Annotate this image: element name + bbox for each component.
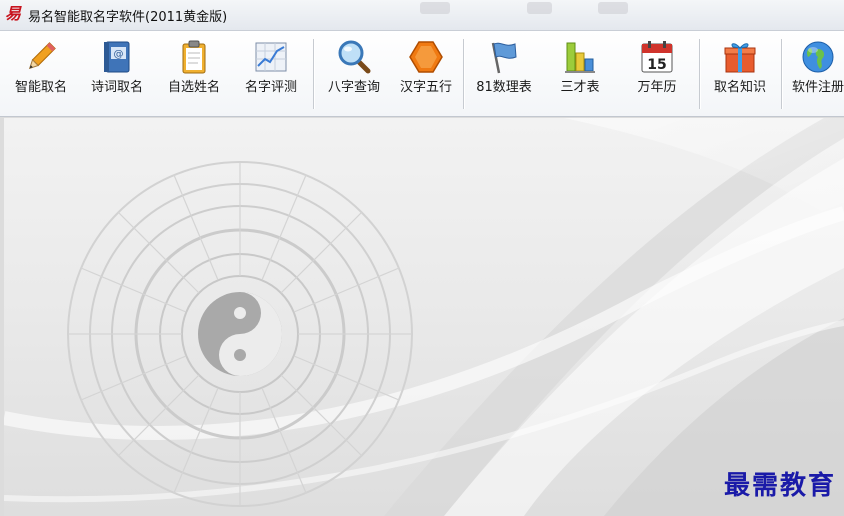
gift-icon: [724, 43, 756, 73]
main-toolbar: 智能取名 @ 诗词取名 自选姓名 名字评测 八字查询 汉字五行 81数理表 三才…: [0, 31, 844, 117]
background-artwork: [4, 118, 844, 516]
hexagon-icon: [409, 41, 443, 73]
clipboard-icon: [182, 40, 206, 74]
hanzi-five-elements-button[interactable]: 汉字五行: [390, 31, 462, 116]
window-title: 易名智能取名字软件(2011黄金版): [28, 10, 228, 25]
title-bar[interactable]: 易 易名智能取名字软件(2011黄金版): [0, 0, 844, 31]
toolbar-label: 万年历: [637, 80, 677, 95]
pencil-icon: [28, 42, 56, 70]
toolbar-separator: [699, 39, 700, 109]
title-bar-blur: [598, 2, 628, 14]
toolbar-label: 八字查询: [327, 80, 380, 95]
calendar-day: 15: [647, 57, 666, 73]
three-talents-table-button[interactable]: 三才表: [543, 31, 617, 116]
toolbar-separator: [313, 39, 314, 109]
toolbar-label: 智能取名: [14, 80, 67, 95]
toolbar-label: 取名知识: [713, 80, 766, 95]
software-register-button[interactable]: 软件注册: [786, 31, 844, 116]
line-chart-icon: [255, 42, 287, 72]
toolbar-separator: [463, 39, 464, 109]
magnifier-icon: [338, 40, 371, 74]
toolbar-label: 软件注册: [791, 80, 844, 95]
calendar-icon: 15: [641, 41, 673, 73]
bagua-wheel-graphic: [67, 161, 413, 507]
naming-knowledge-button[interactable]: 取名知识: [703, 31, 777, 116]
bazi-query-button[interactable]: 八字查询: [318, 31, 390, 116]
toolbar-label: 诗词取名: [90, 80, 143, 95]
bar-chart-icon: [565, 42, 595, 73]
perpetual-calendar-button[interactable]: 15 万年历: [620, 31, 694, 116]
toolbar-label: 三才表: [560, 80, 600, 95]
main-content-area: 最需教育: [4, 118, 844, 516]
poetry-naming-button[interactable]: @ 诗词取名: [80, 31, 154, 116]
name-evaluation-button[interactable]: 名字评测: [234, 31, 308, 116]
smart-naming-button[interactable]: 智能取名: [4, 31, 78, 116]
title-bar-blur: [527, 2, 552, 14]
address-book-icon: @: [104, 41, 130, 73]
watermark-text: 最需教育: [723, 471, 836, 501]
toolbar-separator: [781, 39, 782, 109]
globe-icon: [802, 41, 834, 73]
toolbar-label: 自选姓名: [167, 80, 220, 95]
toolbar-label: 名字评测: [244, 80, 297, 95]
flag-icon: [491, 42, 517, 74]
title-bar-blur: [420, 2, 450, 14]
toolbar-label: 81数理表: [476, 80, 532, 95]
81-numerology-table-button[interactable]: 81数理表: [467, 31, 541, 116]
custom-name-button[interactable]: 自选姓名: [157, 31, 231, 116]
svg-text:@: @: [114, 49, 124, 60]
toolbar-label: 汉字五行: [399, 80, 452, 95]
app-logo-icon: 易: [5, 4, 22, 23]
